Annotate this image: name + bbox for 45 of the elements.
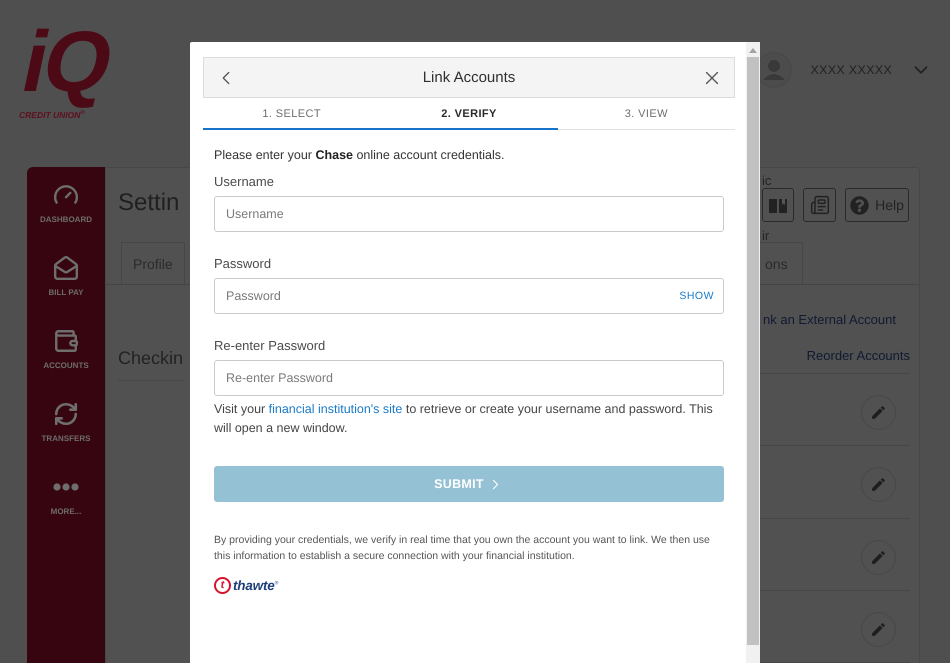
external-account-link[interactable]: nk an External Account bbox=[763, 310, 910, 330]
toolbar-button[interactable] bbox=[803, 188, 836, 222]
sidebar-item[interactable]: DASHBOARD bbox=[27, 182, 105, 255]
step-tab[interactable]: 2. VERIFY bbox=[380, 98, 558, 130]
step-tab[interactable]: 1. SELECT bbox=[203, 98, 380, 130]
reorder-accounts-link[interactable]: Reorder Accounts bbox=[806, 346, 910, 366]
edit-button[interactable] bbox=[861, 467, 896, 502]
show-password-button[interactable]: SHOW bbox=[679, 290, 714, 302]
pencil-icon bbox=[870, 404, 887, 422]
dots-icon bbox=[53, 483, 79, 491]
dialog-title: Link Accounts bbox=[422, 69, 516, 86]
sidebar-item[interactable]: ACCOUNTS bbox=[27, 328, 105, 401]
refresh-arrows-icon bbox=[53, 401, 79, 427]
help-text: Visit your financial institution's site to retrieve or create your username and password. This will open a new window. bbox=[214, 401, 714, 437]
pencil-icon bbox=[870, 476, 887, 494]
logo-mark: iQ bbox=[14, 14, 120, 110]
edit-button[interactable] bbox=[861, 612, 896, 647]
scrollbar[interactable] bbox=[746, 42, 760, 663]
sidebar-item[interactable]: BILL PAY bbox=[27, 255, 105, 328]
wallet-icon bbox=[53, 328, 79, 354]
pencil-icon bbox=[870, 620, 887, 638]
edit-button[interactable] bbox=[861, 540, 896, 575]
edit-button[interactable] bbox=[861, 395, 896, 430]
logo-tagline: CREDIT UNION$^{®}$ bbox=[19, 110, 85, 120]
institution-site-link[interactable]: financial institution's site bbox=[268, 402, 402, 416]
envelope-icon bbox=[53, 255, 79, 281]
scroll-up-arrow-icon[interactable] bbox=[749, 48, 757, 53]
input-field[interactable]: Re-enter Password bbox=[214, 360, 724, 396]
scrollbar-thumb[interactable] bbox=[747, 57, 759, 645]
sidebar-item[interactable]: TRANSFERS bbox=[27, 401, 105, 474]
seal-logo-name: thawte$^{®}$ bbox=[233, 578, 280, 593]
help-icon bbox=[850, 196, 870, 214]
disclaimer-text: By providing your credentials, we verify in real time that you own the account you want to link. We then use this information to establish a secure connection with your financial institution. bbox=[214, 533, 711, 564]
step-tab[interactable]: 3. VIEW bbox=[558, 98, 735, 130]
field-label: Password bbox=[214, 255, 272, 273]
pencil-icon bbox=[870, 548, 887, 566]
seal-logo-mark: t bbox=[214, 577, 231, 594]
toolbar-button[interactable] bbox=[762, 188, 794, 222]
input-field[interactable]: Username bbox=[214, 196, 724, 232]
book-icon bbox=[769, 198, 787, 212]
field-label: Username bbox=[214, 173, 274, 191]
newspaper-icon bbox=[810, 195, 830, 215]
sidebar-item[interactable]: MORE... bbox=[27, 474, 105, 547]
field-label: Re-enter Password bbox=[214, 337, 326, 355]
intro-text: Please enter your Chase online account credentials. bbox=[214, 147, 506, 164]
